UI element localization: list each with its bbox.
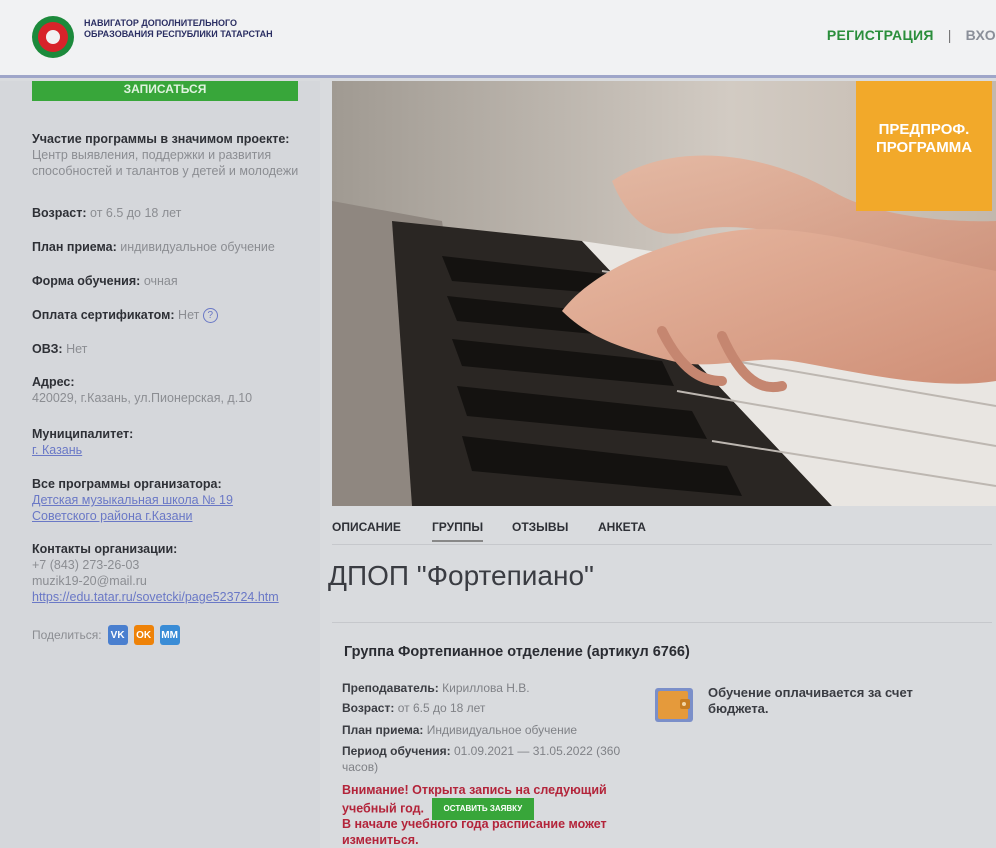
- email-value: muzik19-20@mail.ru: [32, 574, 147, 588]
- ovz-value: Нет: [66, 342, 88, 356]
- age-info: Возраст: от 6.5 до 18 лет: [32, 205, 314, 221]
- share-block: Поделиться: VK OK MM: [32, 625, 180, 645]
- mailru-share-icon[interactable]: MM: [159, 625, 180, 645]
- group-card: Группа Фортепианное отделение (артикул 6…: [332, 630, 992, 848]
- site-brand[interactable]: НАВИГАТОР ДОПОЛНИТЕЛЬНОГО ОБРАЗОВАНИЯ РЕ…: [84, 18, 284, 40]
- form-label: Форма обучения:: [32, 274, 141, 288]
- schedule-warning: В начале учебного года расписание может …: [342, 817, 607, 847]
- enroll-button[interactable]: ЗАПИСАТЬСЯ: [32, 81, 298, 101]
- program-sidebar: ЗАПИСАТЬСЯ Участие программы в значимом …: [0, 81, 320, 848]
- address-info: Адрес: 420029, г.Казань, ул.Пионерская, …: [32, 374, 314, 406]
- form-info: Форма обучения: очная: [32, 273, 314, 289]
- certificate-label: Оплата сертификатом:: [32, 308, 175, 322]
- budget-text: Обучение оплачивается за счет бюджета.: [708, 685, 913, 716]
- address-label: Адрес:: [32, 375, 75, 389]
- organizer-label: Все программы организатора:: [32, 477, 222, 491]
- group-age-label: Возраст:: [342, 701, 395, 715]
- share-label: Поделиться:: [32, 628, 102, 642]
- organizer-link[interactable]: Детская музыкальная школа № 19 Советског…: [32, 492, 252, 524]
- tab-reviews[interactable]: ОТЗЫВЫ: [512, 520, 568, 534]
- municipality-label: Муниципалитет:: [32, 427, 134, 441]
- organizer-info: Все программы организатора: Детская музы…: [32, 476, 314, 524]
- group-plan-label: План приема:: [342, 723, 424, 737]
- certificate-info: Оплата сертификатом: Нет ?: [32, 307, 314, 324]
- teacher-label: Преподаватель:: [342, 681, 439, 695]
- vk-share-icon[interactable]: VK: [107, 625, 128, 645]
- phone-value: +7 (843) 273-26-03: [32, 558, 140, 572]
- badge-line-2: ПРОГРАММА: [875, 139, 973, 156]
- teacher-value: Кириллова Н.В.: [442, 681, 530, 695]
- badge-line-1: ПРЕДПРОФ.: [878, 121, 970, 138]
- ovz-info: ОВЗ: Нет: [32, 341, 314, 357]
- program-tabs: ОПИСАНИЕ ГРУППЫ ОТЗЫВЫ АНКЕТА: [332, 515, 992, 545]
- program-title: ДПОП "Фортепиано": [328, 560, 594, 591]
- register-link[interactable]: РЕГИСТРАЦИЯ: [827, 27, 934, 43]
- enrollment-warning: Внимание! Открыта запись на следующий уч…: [342, 782, 642, 820]
- project-info: Участие программы в значимом проекте: Це…: [32, 131, 314, 179]
- contacts-info: Контакты организации: +7 (843) 273-26-03…: [32, 541, 314, 605]
- municipality-link[interactable]: г. Казань: [32, 443, 82, 457]
- ok-share-icon[interactable]: OK: [133, 625, 154, 645]
- tab-survey[interactable]: АНКЕТА: [598, 520, 646, 534]
- wallet-icon: [654, 685, 694, 723]
- certificate-value: Нет: [178, 308, 200, 322]
- plan-label: План приема:: [32, 240, 117, 254]
- group-title: Группа Фортепианное отделение (артикул 6…: [344, 644, 690, 660]
- login-link[interactable]: ВХО: [966, 27, 996, 43]
- plan-info: План приема: индивидуальное обучение: [32, 239, 314, 255]
- address-value: 420029, г.Казань, ул.Пионерская, д.10: [32, 391, 253, 405]
- age-value: от 6.5 до 18 лет: [90, 206, 182, 220]
- period-label: Период обучения:: [342, 744, 451, 758]
- help-question-icon[interactable]: ?: [202, 308, 218, 324]
- tatarstan-logo-icon[interactable]: [32, 16, 74, 58]
- group-plan-value: Индивидуальное обучение: [426, 723, 578, 737]
- nav-separator: |: [947, 27, 952, 43]
- budget-info: Обучение оплачивается за счет бюджета.: [654, 685, 948, 723]
- tab-description[interactable]: ОПИСАНИЕ: [332, 520, 401, 534]
- program-cover-image: ПРЕДПРОФ. ПРОГРАММА: [332, 81, 996, 506]
- group-age-line: Возраст: от 6.5 до 18 лет: [342, 700, 632, 716]
- teacher-line: Преподаватель: Кириллова Н.В.: [342, 680, 632, 696]
- auth-nav: РЕГИСТРАЦИЯ | ВХО: [827, 27, 996, 43]
- form-value: очная: [143, 274, 178, 288]
- period-line: Период обучения: 01.09.2021 — 31.05.2022…: [342, 743, 632, 775]
- age-label: Возраст:: [32, 206, 87, 220]
- contacts-label: Контакты организации:: [32, 542, 178, 556]
- project-value: Центр выявления, поддержки и развития сп…: [32, 148, 299, 178]
- tab-groups[interactable]: ГРУППЫ: [432, 520, 484, 542]
- website-link[interactable]: https://edu.tatar.ru/sovetcki/page523724…: [32, 590, 279, 604]
- project-label: Участие программы в значимом проекте:: [32, 132, 290, 146]
- group-age-value: от 6.5 до 18 лет: [397, 701, 486, 715]
- preprof-badge: ПРЕДПРОФ. ПРОГРАММА: [856, 81, 992, 211]
- municipality-info: Муниципалитет: г. Казань: [32, 426, 314, 458]
- site-header: НАВИГАТОР ДОПОЛНИТЕЛЬНОГО ОБРАЗОВАНИЯ РЕ…: [0, 0, 996, 78]
- ovz-label: ОВЗ:: [32, 342, 63, 356]
- title-divider: [332, 622, 992, 623]
- plan-value: индивидуальное обучение: [120, 240, 275, 254]
- group-plan-line: План приема: Индивидуальное обучение: [342, 722, 632, 738]
